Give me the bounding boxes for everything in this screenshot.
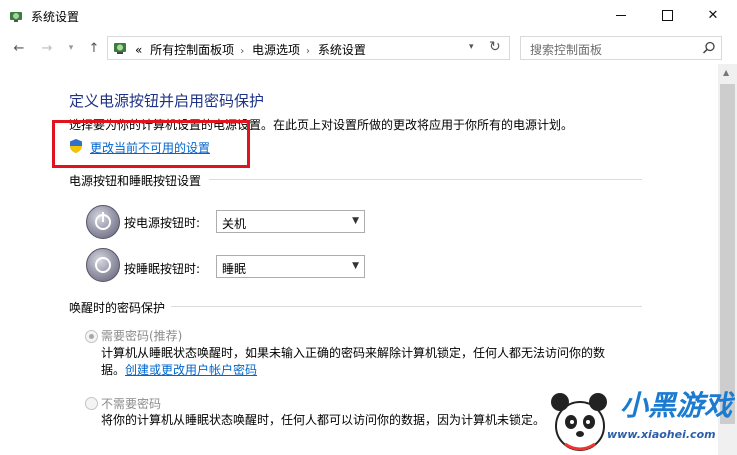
breadcrumb-item-system-settings[interactable]: 系统设置 bbox=[318, 43, 366, 57]
sleep-button-action-select[interactable]: 睡眠 ▼ bbox=[216, 255, 365, 278]
maximize-button[interactable] bbox=[644, 0, 690, 30]
system-settings-icon bbox=[10, 12, 22, 22]
power-tick bbox=[102, 212, 104, 222]
recent-locations-button[interactable]: ▾ bbox=[62, 38, 80, 58]
breadcrumb: « 所有控制面板项 › 电源选项 › 系统设置 bbox=[135, 41, 370, 58]
page-title: 定义电源按钮并启用密码保护 bbox=[69, 92, 265, 110]
require-password-description: 计算机从睡眠状态唤醒时，如果未输入正确的密码来解除计算机锁定，任何人都无法访问你… bbox=[101, 346, 606, 360]
scroll-up-icon[interactable]: ▲ bbox=[723, 68, 729, 77]
power-button-icon bbox=[86, 205, 120, 239]
radio-selected-dot bbox=[89, 334, 94, 339]
maximize-icon bbox=[661, 9, 673, 21]
title-bar: 系统设置 ✕ bbox=[0, 0, 737, 32]
chevron-down-icon: ▼ bbox=[352, 261, 359, 271]
sleep-button-action-value: 睡眠 bbox=[222, 262, 247, 276]
breadcrumb-separator-icon[interactable]: › bbox=[240, 46, 244, 57]
chevron-down-icon: ▼ bbox=[352, 216, 359, 226]
address-bar[interactable]: « 所有控制面板项 › 电源选项 › 系统设置 ▾ ↻ bbox=[107, 36, 510, 60]
back-button[interactable]: ← bbox=[10, 38, 28, 58]
power-button-action-value: 关机 bbox=[222, 217, 247, 231]
scroll-thumb[interactable] bbox=[720, 84, 735, 424]
minimize-button[interactable] bbox=[598, 0, 644, 30]
power-buttons-section-title: 电源按钮和睡眠按钮设置 bbox=[69, 174, 202, 188]
highlight-box bbox=[52, 120, 250, 168]
require-password-radio[interactable] bbox=[85, 330, 98, 343]
panda-mascot-icon bbox=[551, 393, 607, 451]
close-icon: ✕ bbox=[707, 7, 719, 23]
watermark-url: www.xiaohei.com bbox=[607, 428, 716, 441]
description-text: 据。 bbox=[101, 363, 126, 377]
up-button[interactable]: ↑ bbox=[85, 38, 103, 58]
chevron-down-icon: ▾ bbox=[68, 43, 74, 53]
search-placeholder: 搜索控制面板 bbox=[530, 43, 603, 57]
create-change-password-link[interactable]: 创建或更改用户帐户密码 bbox=[125, 363, 257, 377]
control-panel-icon bbox=[114, 43, 126, 54]
power-button-action-select[interactable]: 关机 ▼ bbox=[216, 210, 365, 233]
refresh-icon[interactable]: ↻ bbox=[489, 39, 501, 55]
forward-arrow-icon: → bbox=[41, 40, 53, 56]
watermark-logo: 小黑游戏 www.xiaohei.com bbox=[545, 380, 737, 455]
sleep-button-label: 按睡眠按钮时: bbox=[124, 262, 201, 276]
breadcrumb-overflow[interactable]: « bbox=[135, 43, 142, 57]
up-arrow-icon: ↑ bbox=[88, 40, 100, 56]
watermark-text: 小黑游戏 bbox=[620, 389, 733, 422]
sleep-button-icon bbox=[86, 248, 120, 282]
breadcrumb-item-all-control-panel[interactable]: 所有控制面板项 bbox=[150, 43, 234, 57]
breadcrumb-separator-icon[interactable]: › bbox=[306, 46, 310, 57]
no-password-description: 将你的计算机从睡眠状态唤醒时，任何人都可以访问你的数据，因为计算机未锁定。 bbox=[101, 413, 546, 427]
require-password-description-cont: 据。创建或更改用户帐户密码 bbox=[101, 362, 257, 379]
navigation-bar: ← → ▾ ↑ « 所有控制面板项 › 电源选项 › 系统设置 ▾ ↻ 搜索控制面板 bbox=[0, 32, 737, 64]
sleep-ring bbox=[95, 257, 111, 273]
password-section-title: 唤醒时的密码保护 bbox=[69, 301, 166, 315]
require-password-label: 需要密码(推荐) bbox=[101, 329, 183, 343]
breadcrumb-item-power-options[interactable]: 电源选项 bbox=[252, 43, 300, 57]
no-password-radio[interactable] bbox=[85, 397, 98, 410]
section-divider bbox=[209, 179, 642, 180]
no-password-label: 不需要密码 bbox=[101, 397, 162, 411]
window-title: 系统设置 bbox=[31, 10, 80, 24]
address-dropdown-icon[interactable]: ▾ bbox=[469, 42, 474, 52]
minimize-icon bbox=[616, 14, 626, 16]
back-arrow-icon: ← bbox=[13, 40, 25, 56]
close-button[interactable]: ✕ bbox=[690, 0, 736, 30]
search-input[interactable]: 搜索控制面板 bbox=[520, 36, 722, 60]
power-button-label: 按电源按钮时: bbox=[124, 216, 201, 230]
section-divider bbox=[171, 306, 642, 307]
forward-button[interactable]: → bbox=[38, 38, 56, 58]
search-icon[interactable] bbox=[701, 40, 717, 56]
